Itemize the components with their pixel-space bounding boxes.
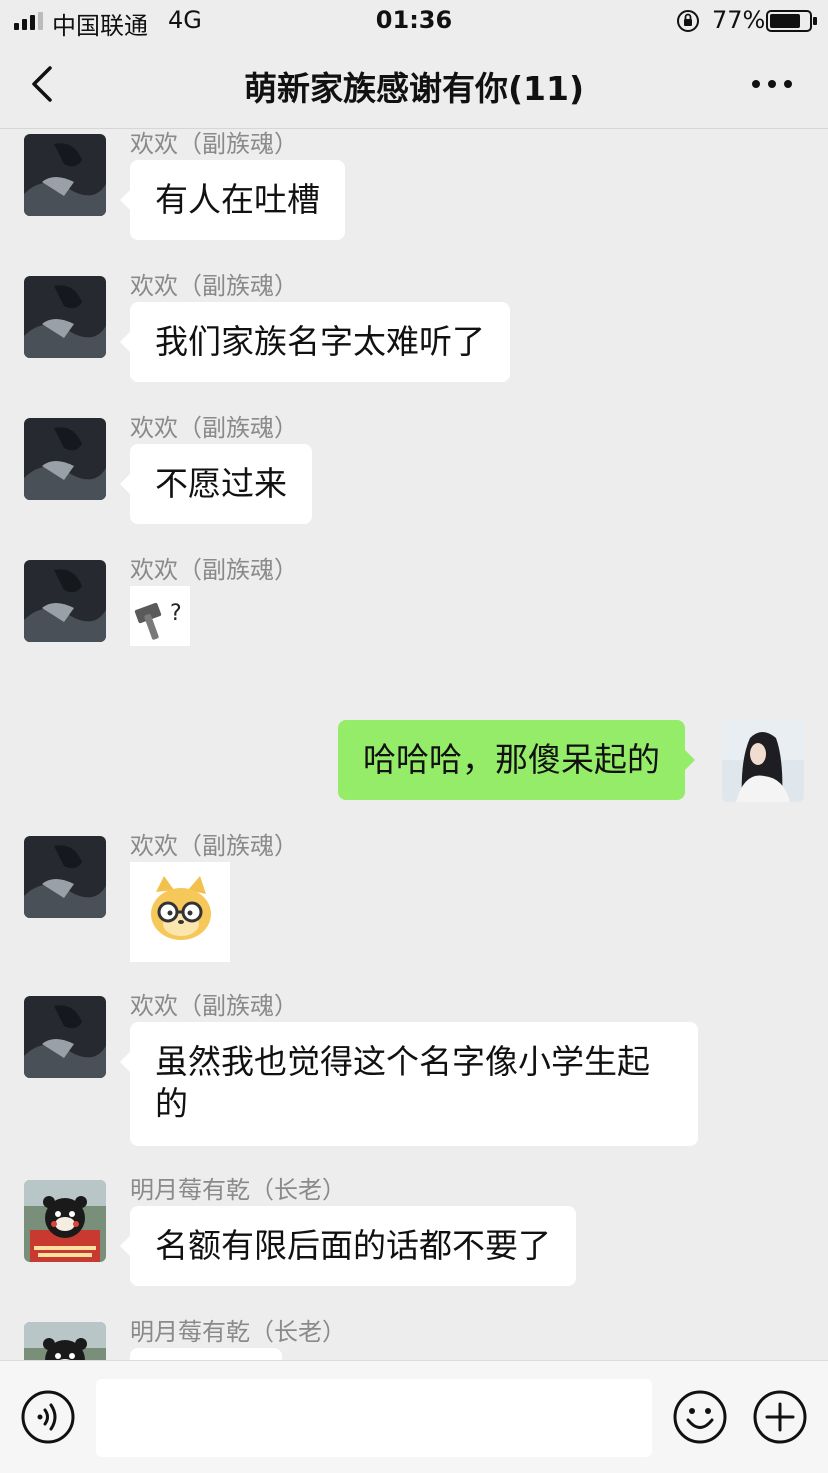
- plus-icon[interactable]: [752, 1389, 808, 1445]
- sender-name: 欢欢（副族魂）: [130, 414, 298, 442]
- battery-icon: [766, 10, 817, 32]
- sender-name: 欢欢（副族魂）: [130, 130, 298, 158]
- clock: 01:36: [375, 6, 453, 34]
- battery-percent: 77%: [712, 6, 766, 34]
- message-bubble[interactable]: 有人在吐槽: [120, 160, 345, 240]
- message-bubble[interactable]: 不愿过来: [120, 444, 312, 524]
- sender-name: 欢欢（副族魂）: [130, 556, 298, 584]
- sender-name: 明月莓有乾（长老）: [130, 1318, 346, 1346]
- avatar[interactable]: [24, 1180, 106, 1262]
- doge-glasses-sticker[interactable]: [130, 862, 230, 962]
- status-bar: 中国联通 4G 01:36 77%: [0, 0, 828, 42]
- avatar[interactable]: [24, 996, 106, 1078]
- message-line: 的: [155, 1084, 188, 1123]
- sender-name: 欢欢（副族魂）: [130, 272, 298, 300]
- chat-list[interactable]: 欢欢（副族魂） 有人在吐槽 欢欢（副族魂） 我们家族名字太难听了 欢欢（副族魂）: [0, 128, 828, 1360]
- message-bubble[interactable]: 我们家族名字太难听了: [120, 302, 510, 382]
- message-bubble[interactable]: 虽然我也觉得这个名字像小学生起 的: [120, 1022, 698, 1146]
- message-line: 虽然我也觉得这个名字像小学生起: [155, 1042, 650, 1081]
- emoji-icon[interactable]: [672, 1389, 728, 1445]
- rotation-lock-icon: [677, 10, 699, 32]
- message-bubble[interactable]: 哈哈哈，那傻呆起的: [338, 720, 695, 800]
- more-icon[interactable]: [750, 70, 794, 98]
- hammer-question-sticker[interactable]: ?: [130, 586, 190, 646]
- message-bubble[interactable]: 名额有限后面的话都不要了: [120, 1206, 576, 1286]
- sender-name: 欢欢（副族魂）: [130, 992, 298, 1020]
- chat-title: 萌新家族感谢有你(11): [243, 69, 585, 108]
- avatar[interactable]: [24, 276, 106, 358]
- svg-text:?: ?: [170, 601, 182, 626]
- sender-name: 欢欢（副族魂）: [130, 832, 298, 860]
- voice-icon[interactable]: [20, 1389, 76, 1445]
- sender-name: 明月莓有乾（长老）: [130, 1176, 346, 1204]
- avatar[interactable]: [722, 720, 804, 802]
- avatar[interactable]: [24, 134, 106, 216]
- message-bubble[interactable]: [130, 1348, 282, 1360]
- avatar[interactable]: [24, 560, 106, 642]
- input-bar: [0, 1360, 828, 1473]
- nav-bar: 萌新家族感谢有你(11): [0, 42, 828, 129]
- avatar[interactable]: [24, 418, 106, 500]
- avatar[interactable]: [24, 1322, 106, 1360]
- avatar[interactable]: [24, 836, 106, 918]
- message-input[interactable]: [96, 1379, 652, 1457]
